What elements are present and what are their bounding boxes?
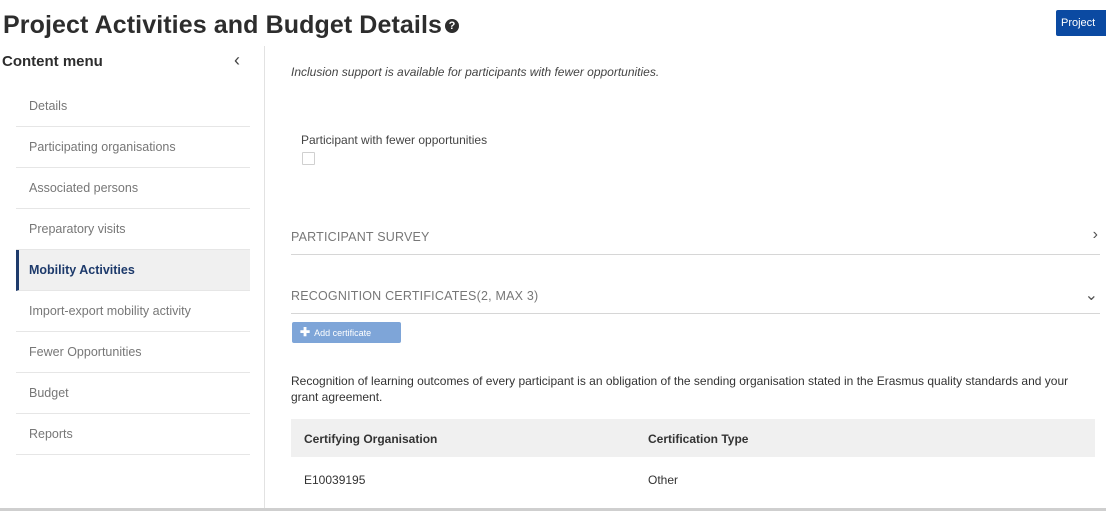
chevron-down-icon[interactable]: ⌄ (1085, 285, 1098, 305)
sidebar-header: Content menu ‹ (0, 46, 262, 80)
recognition-certificates-title: RECOGNITION CERTIFICATES(2, MAX 3) (291, 289, 539, 303)
page-header: Project Activities and Budget Details? P… (0, 0, 1106, 46)
plus-icon: ✚ (300, 325, 311, 339)
sidebar-item-fewer-opportunities[interactable]: Fewer Opportunities (16, 332, 250, 373)
add-certificate-label: Add certificate (314, 328, 372, 338)
content-menu: Details Participating organisations Asso… (16, 86, 250, 455)
table-header: Certifying Organisation Certification Ty… (291, 419, 1095, 457)
sidebar-item-participating-organisations[interactable]: Participating organisations (16, 127, 250, 168)
column-header-certifying-organisation[interactable]: Certifying Organisation (304, 432, 437, 446)
certificates-table: Certifying Organisation Certification Ty… (291, 419, 1095, 495)
sidebar-item-preparatory-visits[interactable]: Preparatory visits (16, 209, 250, 250)
sidebar-item-mobility-activities[interactable]: Mobility Activities (16, 250, 250, 291)
fewer-opportunities-checkbox[interactable] (302, 152, 315, 165)
inclusion-note: Inclusion support is available for parti… (291, 65, 660, 79)
sidebar-item-import-export[interactable]: Import-export mobility activity (16, 291, 250, 332)
page-title-text: Project Activities and Budget Details (3, 11, 442, 39)
collapse-sidebar-icon[interactable]: ‹ (234, 50, 240, 71)
column-header-certification-type[interactable]: Certification Type (648, 432, 748, 446)
recognition-info-text: Recognition of learning outcomes of ever… (291, 374, 1069, 404)
sidebar-item-associated-persons[interactable]: Associated persons (16, 168, 250, 209)
content-menu-sidebar: Content menu ‹ Details Participating org… (0, 46, 265, 511)
sidebar-item-details[interactable]: Details (16, 86, 250, 127)
sidebar-title: Content menu (2, 53, 103, 70)
sidebar-item-reports[interactable]: Reports (16, 414, 250, 455)
participant-survey-title: PARTICIPANT SURVEY (291, 230, 430, 244)
main-content: Inclusion support is available for parti… (275, 46, 1106, 511)
cell-certification-type: Other (648, 473, 679, 487)
sidebar-item-budget[interactable]: Budget (16, 373, 250, 414)
add-certificate-button[interactable]: ✚ Add certificate (292, 322, 401, 343)
page: Project Activities and Budget Details? P… (0, 0, 1106, 511)
participant-survey-section[interactable]: PARTICIPANT SURVEY › (291, 213, 1100, 255)
chevron-right-icon[interactable]: › (1093, 226, 1098, 244)
help-icon[interactable]: ? (445, 19, 459, 33)
recognition-certificates-section[interactable]: RECOGNITION CERTIFICATES(2, MAX 3) ⌄ (291, 272, 1100, 314)
project-button[interactable]: Project (1056, 10, 1106, 36)
page-title: Project Activities and Budget Details? (3, 11, 459, 40)
table-row[interactable]: E10039195 Other (291, 457, 1095, 495)
cell-certifying-organisation: E10039195 (304, 473, 366, 487)
fewer-opportunities-label: Participant with fewer opportunities (301, 133, 488, 147)
